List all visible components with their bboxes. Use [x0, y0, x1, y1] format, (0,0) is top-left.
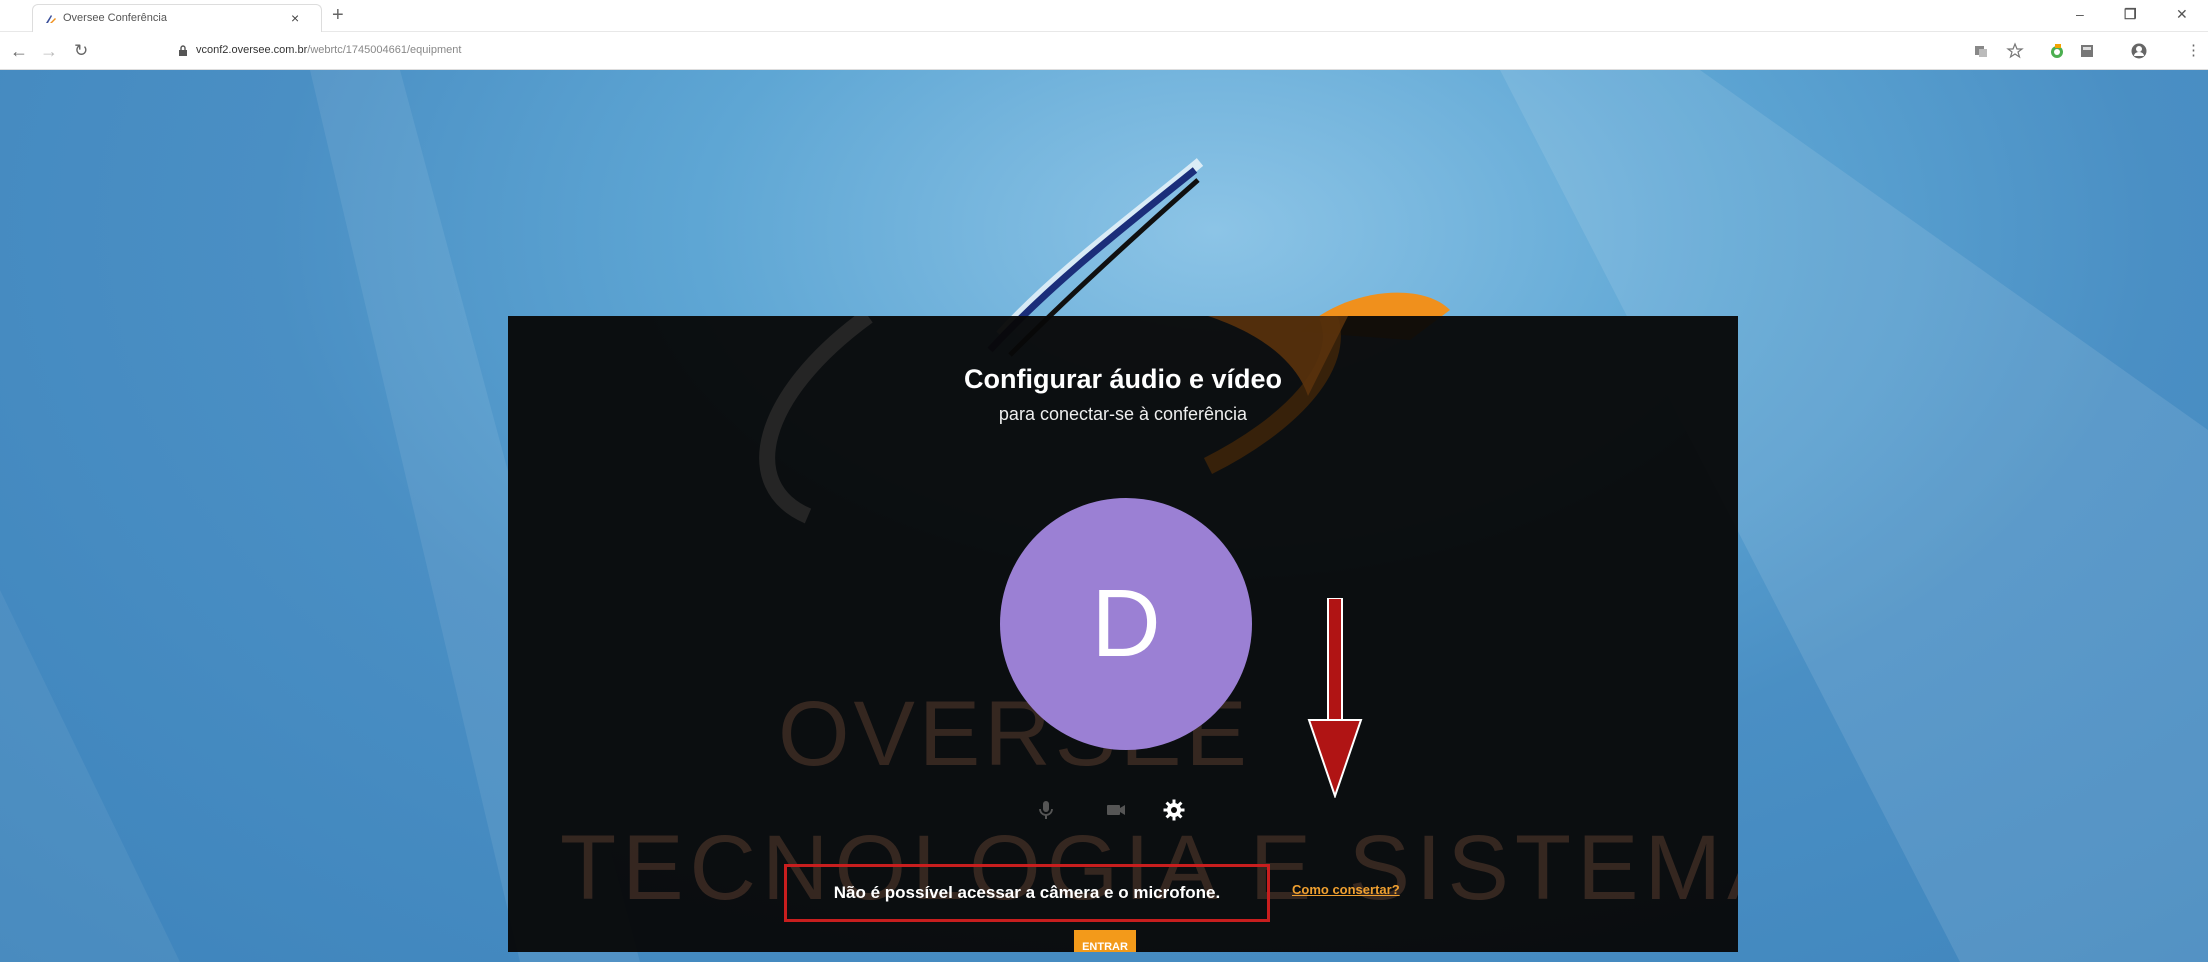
url-path: /webrtc/1745004661/equipment — [307, 44, 462, 56]
browser-menu-icon[interactable]: ⋮ — [2186, 41, 2201, 59]
extension-2-icon[interactable] — [2078, 42, 2096, 60]
error-highlight-box: Não é possível acessar a câmera e o micr… — [784, 864, 1270, 922]
forward-icon[interactable]: → — [40, 41, 58, 62]
close-window-icon[interactable]: ✕ — [2176, 6, 2188, 23]
enter-button[interactable]: ENTRAR — [1074, 930, 1136, 952]
profile-avatar-icon[interactable] — [2130, 42, 2148, 60]
new-tab-icon[interactable]: + — [332, 4, 344, 27]
url-field[interactable]: vconf2.oversee.com.br/webrtc/1745004661/… — [196, 44, 461, 56]
page-background: OVERSEE TECNOLOGIA E SISTEMAS Configurar… — [0, 70, 2208, 962]
lock-icon — [179, 45, 187, 56]
browser-address-bar: ← → ↻ vconf2.oversee.com.br/webrtc/17450… — [0, 32, 2208, 70]
how-to-fix-link[interactable]: Como consertar? — [1292, 882, 1400, 897]
restore-icon[interactable]: ❐ — [2124, 6, 2137, 23]
translate-icon[interactable] — [1972, 42, 1990, 60]
tab-title: Oversee Conferência — [63, 12, 167, 24]
browser-tab-bar: Oversee Conferência × + – ❐ ✕ — [0, 0, 2208, 32]
camera-icon[interactable] — [1104, 798, 1128, 822]
bookmark-star-icon[interactable] — [2006, 42, 2024, 60]
microphone-icon[interactable] — [1034, 798, 1058, 822]
dialog-subtitle: para conectar-se à conferência — [998, 404, 1248, 424]
error-message: Não é possível acessar a câmera e o micr… — [833, 883, 1221, 902]
user-avatar: D — [1000, 498, 1252, 750]
annotation-arrow-icon — [1307, 598, 1363, 798]
back-icon[interactable]: ← — [10, 41, 28, 62]
dialog-title: Configurar áudio e vídeo — [963, 364, 1283, 394]
url-host: vconf2.oversee.com.br — [196, 44, 308, 56]
extension-icon[interactable] — [2048, 42, 2066, 60]
settings-gear-icon[interactable] — [1162, 798, 1186, 822]
minimize-icon[interactable]: – — [2076, 6, 2084, 22]
browser-tab[interactable]: Oversee Conferência × — [32, 4, 322, 32]
tab-close-icon[interactable]: × — [291, 10, 299, 26]
device-setup-dialog: OVERSEE TECNOLOGIA E SISTEMAS Configurar… — [508, 316, 1738, 952]
oversee-favicon-icon — [46, 15, 56, 23]
reload-icon[interactable]: ↻ — [74, 41, 88, 61]
